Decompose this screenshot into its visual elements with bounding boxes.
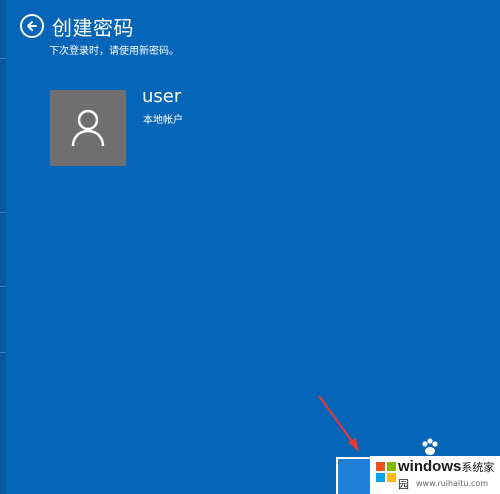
watermark-name-en: windows [398, 458, 462, 475]
annotation-arrow [318, 395, 359, 452]
watermark-url: www.ruihaitu.com [416, 479, 489, 488]
watermark: windows系统家园 www.ruihaitu.com [370, 456, 500, 494]
windows-logo-icon [376, 462, 396, 482]
